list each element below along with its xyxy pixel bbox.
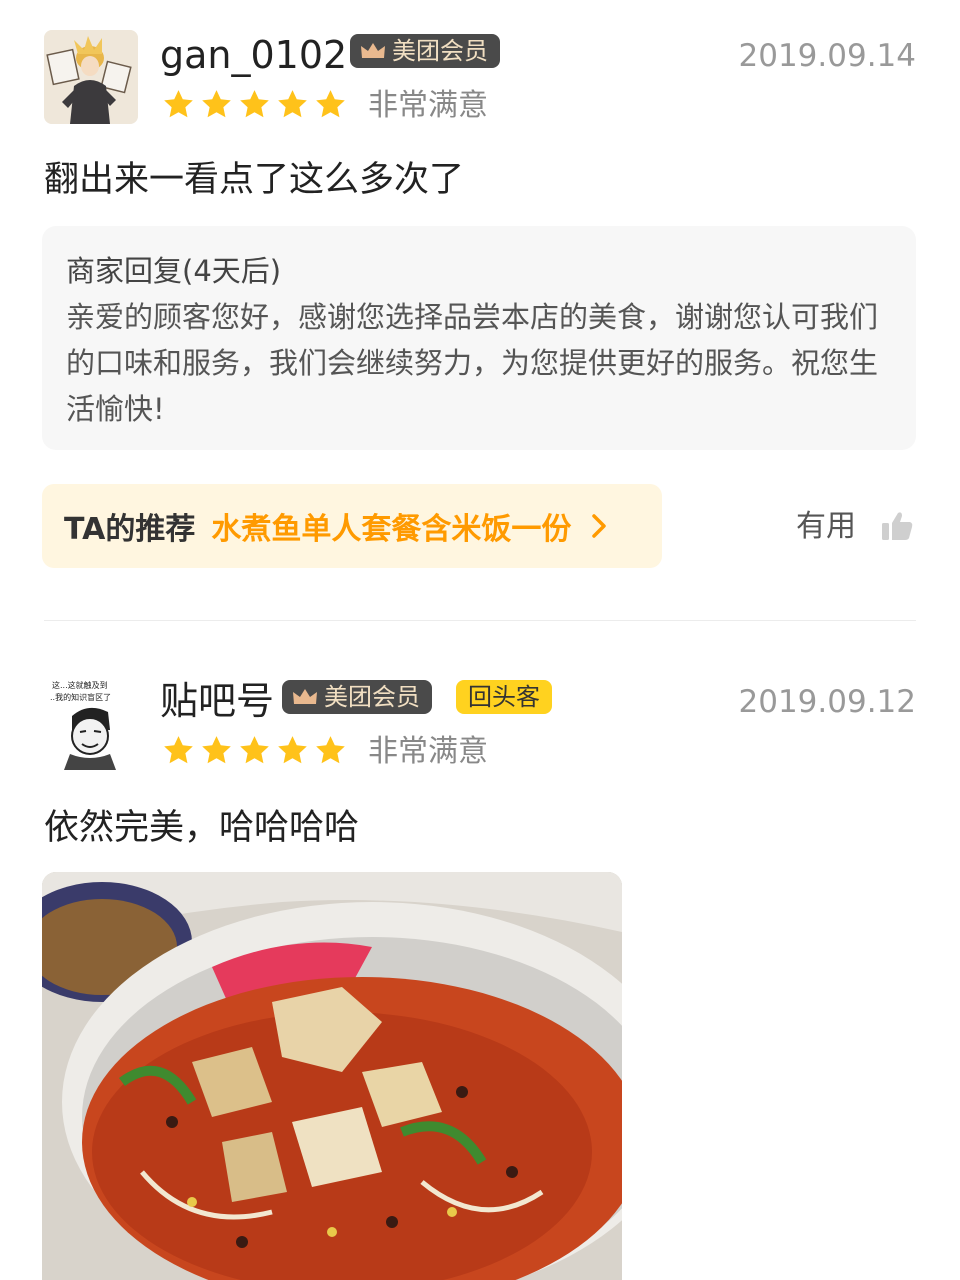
star-icon xyxy=(278,90,307,118)
star-icon xyxy=(202,736,231,764)
avatar[interactable] xyxy=(44,30,138,124)
crown-icon xyxy=(293,689,317,704)
divider xyxy=(44,620,916,621)
chevron-right-icon xyxy=(592,514,607,538)
review-comment: 翻出来一看点了这么多次了 xyxy=(44,160,465,200)
star-icon xyxy=(164,736,193,764)
recommend-dish: 水煮鱼单人套餐含米饭一份 xyxy=(211,512,572,547)
username[interactable]: 贴吧号 xyxy=(160,676,274,726)
recommend-dish-button[interactable]: TA的推荐 水煮鱼单人套餐含米饭一份 xyxy=(42,484,662,568)
useful-button[interactable]: 有用 xyxy=(796,507,856,547)
username[interactable]: gan_0102 xyxy=(160,30,347,80)
member-badge: 美团会员 xyxy=(350,34,500,68)
merchant-reply: 商家回复(4天后) 亲爱的顾客您好，感谢您选择品尝本店的美食，谢谢您认可我们的口… xyxy=(42,226,916,450)
avatar-caption-line-2: ..我的知识盲区了 xyxy=(50,692,111,702)
review-date: 2019.09.14 xyxy=(738,38,917,74)
avatar[interactable]: 这...这就触及到 ..我的知识盲区了 xyxy=(44,676,138,770)
star-rating xyxy=(162,734,347,767)
recommend-label: TA的推荐 xyxy=(64,512,196,547)
star-icon xyxy=(316,736,345,764)
review-item: gan_0102 美团会员 2019.09.14 非常满意 翻出来一看点了这么多… xyxy=(0,0,960,620)
merchant-reply-body: 亲爱的顾客您好，感谢您选择品尝本店的美食，谢谢您认可我们的口味和服务，我们会继续… xyxy=(66,300,879,426)
rating-text: 非常满意 xyxy=(368,88,488,123)
star-icon xyxy=(164,90,193,118)
star-icon xyxy=(202,90,231,118)
star-icon xyxy=(240,736,269,764)
merchant-reply-title: 商家回复(4天后) xyxy=(66,254,282,288)
star-icon xyxy=(278,736,307,764)
reviews-page: gan_0102 美团会员 2019.09.14 非常满意 翻出来一看点了这么多… xyxy=(0,0,960,1280)
review-comment: 依然完美，哈哈哈哈 xyxy=(44,808,360,848)
star-icon xyxy=(240,90,269,118)
avatar-caption-line-1: 这...这就触及到 xyxy=(52,680,108,690)
review-photo[interactable] xyxy=(42,872,622,1280)
star-icon xyxy=(316,90,345,118)
member-badge-label: 美团会员 xyxy=(392,37,488,65)
thumb-up-icon[interactable] xyxy=(880,510,914,542)
rating-text: 非常满意 xyxy=(368,734,488,769)
member-badge-label: 美团会员 xyxy=(324,683,420,711)
crown-icon xyxy=(361,43,385,58)
star-rating xyxy=(162,88,347,121)
member-badge: 美团会员 xyxy=(282,680,432,714)
returning-customer-badge: 回头客 xyxy=(456,680,552,714)
review-date: 2019.09.12 xyxy=(738,684,917,720)
